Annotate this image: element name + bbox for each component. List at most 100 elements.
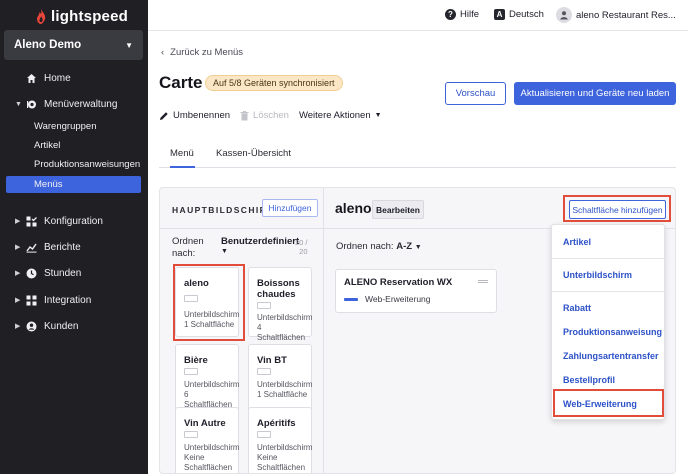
color-swatch — [184, 431, 198, 438]
screen-card-aperitifs[interactable]: Apéritifs Unterbildschirm Keine Schaltfl… — [248, 407, 313, 473]
help-label: Hilfe — [460, 9, 480, 20]
screen-card-type: Unterbildschirm — [257, 443, 313, 452]
page-title: Carte — [159, 73, 203, 92]
customers-icon — [26, 321, 37, 332]
sort-dropdown-right[interactable]: Ordnen nach: A-Z ▼ — [336, 241, 422, 252]
sidebar-item-artikel[interactable]: Artikel — [6, 137, 141, 154]
add-button-dropdown: Artikel Unterbildschirm Rabatt Produktio… — [551, 224, 666, 420]
nav-item-menuverwaltung[interactable]: ▼ Menüverwaltung — [0, 93, 148, 115]
button-card[interactable]: ALENO Reservation WX Web-Erweiterung — [335, 269, 497, 313]
sub-label: Menüs — [34, 179, 63, 190]
sub-label: Warengruppen — [34, 121, 97, 132]
nav-item-stunden[interactable]: ▶ Stunden — [0, 262, 148, 284]
caret-right-icon: ▶ — [15, 218, 21, 225]
more-actions-button[interactable]: Weitere Aktionen ▼ — [299, 110, 382, 121]
rename-button[interactable]: Umbenennen — [159, 110, 230, 121]
back-to-menus-link[interactable]: ‹ Zurück zu Menüs — [161, 47, 243, 58]
preview-button[interactable]: Vorschau — [445, 82, 506, 105]
menu-divider — [552, 291, 666, 292]
button-card-name: ALENO Reservation WX — [344, 277, 453, 288]
screen-card-name: Vin Autre — [184, 418, 226, 429]
nav-item-kunden[interactable]: ▶ Kunden — [0, 315, 148, 337]
caret-right-icon: ▶ — [15, 244, 21, 251]
screen-card-boissons-chaudes[interactable]: Boissons chaudes Unterbildschirm 4 Schal… — [248, 267, 313, 342]
update-reload-button[interactable]: Aktualisieren und Geräte neu laden — [514, 82, 676, 105]
sort-value: Benutzerdefiniert — [221, 236, 300, 247]
delete-label: Löschen — [253, 110, 289, 121]
screen-card-name: Bière — [184, 355, 208, 366]
clock-icon — [26, 268, 37, 279]
highlight-aleno-card — [173, 264, 245, 341]
top-bar: ? Hilfe A Deutsch aleno Restaurant Res..… — [148, 0, 688, 31]
sort-dropdown[interactable]: Benutzerdefiniert ▼ — [221, 236, 299, 255]
screen-card-vin-bt[interactable]: Vin BT Unterbildschirm 1 Schaltfläche — [248, 344, 313, 414]
drag-handle-icon[interactable] — [478, 280, 488, 283]
sidebar-item-menus[interactable]: Menüs — [6, 176, 141, 193]
caret-down-icon: ▼ — [221, 248, 228, 255]
lightspeed-logo[interactable]: lightspeed — [36, 6, 128, 26]
sort-label-line2: nach: — [172, 248, 196, 259]
edit-screen-button[interactable]: Bearbeiten — [372, 200, 424, 219]
nav-label-menuverwaltung: Menüverwaltung — [44, 98, 118, 110]
caret-down-icon: ▼ — [414, 244, 422, 251]
account-label: aleno Restaurant Res... — [576, 9, 676, 21]
caret-down-icon: ▼ — [15, 100, 22, 108]
action-row: Umbenennen Löschen Weitere Aktionen ▼ — [159, 110, 392, 121]
sidebar-item-warengruppen[interactable]: Warengruppen — [6, 118, 141, 135]
home-icon — [26, 73, 37, 84]
color-swatch — [257, 368, 271, 375]
delete-button[interactable]: Löschen — [240, 110, 289, 121]
screen-count-line2: 20 — [299, 247, 308, 256]
sidebar: lightspeed Aleno Demo ▼ Home ▼ Menüverwa… — [0, 0, 148, 474]
menu-item-bestellprofil[interactable]: Bestellprofil — [552, 369, 666, 391]
screen-card-type: Unterbildschirm — [184, 380, 240, 389]
menu-item-artikel[interactable]: Artikel — [552, 231, 666, 253]
nav-item-konfiguration[interactable]: ▶ Konfiguration — [0, 210, 148, 232]
menu-item-produktionsanweisung[interactable]: Produktionsanweisung — [552, 321, 666, 343]
sort-label-line1: Ordnen — [172, 236, 204, 247]
nav-label-home: Home — [44, 72, 71, 84]
caret-right-icon: ▶ — [15, 297, 21, 304]
nav-label-stunden: Stunden — [44, 267, 82, 279]
screen-card-vin-autre[interactable]: Vin Autre Unterbildschirm Keine Schaltfl… — [175, 407, 240, 473]
color-bar — [344, 298, 358, 301]
sort-value: A-Z — [396, 241, 413, 252]
screen-card-biere[interactable]: Bière Unterbildschirm 6 Schaltflächen — [175, 344, 240, 414]
sort-label: Ordnen nach: — [172, 236, 204, 260]
nav-item-berichte[interactable]: ▶ Berichte — [0, 236, 148, 258]
sidebar-item-produktionsanweisungen[interactable]: Produktionsanweisungen — [6, 156, 141, 173]
nav-item-integration[interactable]: ▶ Integration — [0, 289, 148, 311]
tab-bar: Menü Kassen-Übersicht — [159, 148, 676, 168]
menu-item-rabatt[interactable]: Rabatt — [552, 297, 666, 319]
screen-card-type: Unterbildschirm — [257, 313, 313, 322]
store-name: Aleno Demo — [14, 39, 82, 51]
help-button[interactable]: ? Hilfe — [445, 9, 479, 20]
menu-item-unterbildschirm[interactable]: Unterbildschirm — [552, 264, 666, 286]
language-button[interactable]: A Deutsch — [494, 9, 544, 20]
caret-right-icon: ▶ — [15, 270, 21, 277]
nav-item-home[interactable]: Home — [0, 67, 148, 89]
screen-card-name: Apéritifs — [257, 418, 296, 429]
sort-label: Ordnen nach: — [336, 241, 394, 252]
back-link-label: Zurück zu Menüs — [170, 47, 244, 58]
main-screens-header: HAUPTBILDSCHIRME Hinzufügen — [160, 188, 324, 229]
store-selector[interactable]: Aleno Demo ▼ — [4, 30, 143, 60]
button-card-type: Web-Erweiterung — [365, 294, 431, 304]
reports-icon — [26, 242, 37, 253]
tab-kassen-ubersicht[interactable]: Kassen-Übersicht — [216, 148, 291, 168]
nav-label-konfiguration: Konfiguration — [44, 215, 103, 227]
language-label: Deutsch — [509, 9, 544, 20]
add-main-screen-button[interactable]: Hinzufügen — [262, 199, 318, 217]
nav-label-integration: Integration — [44, 294, 92, 306]
logo-text: lightspeed — [51, 7, 129, 25]
color-swatch — [184, 368, 198, 375]
color-swatch — [257, 431, 271, 438]
account-menu[interactable]: aleno Restaurant Res... — [556, 7, 676, 23]
trash-icon — [240, 110, 249, 120]
highlight-add-button — [563, 195, 671, 222]
menu-item-zahlungsartentransfer[interactable]: Zahlungsartentransfer — [552, 345, 666, 367]
screen-card-detail: Keine Schaltflächen — [184, 453, 233, 472]
screen-card-detail: 1 Schaltfläche — [257, 390, 308, 399]
tab-menu[interactable]: Menü — [170, 148, 195, 168]
screen-card-detail: 4 Schaltflächen — [257, 323, 306, 342]
